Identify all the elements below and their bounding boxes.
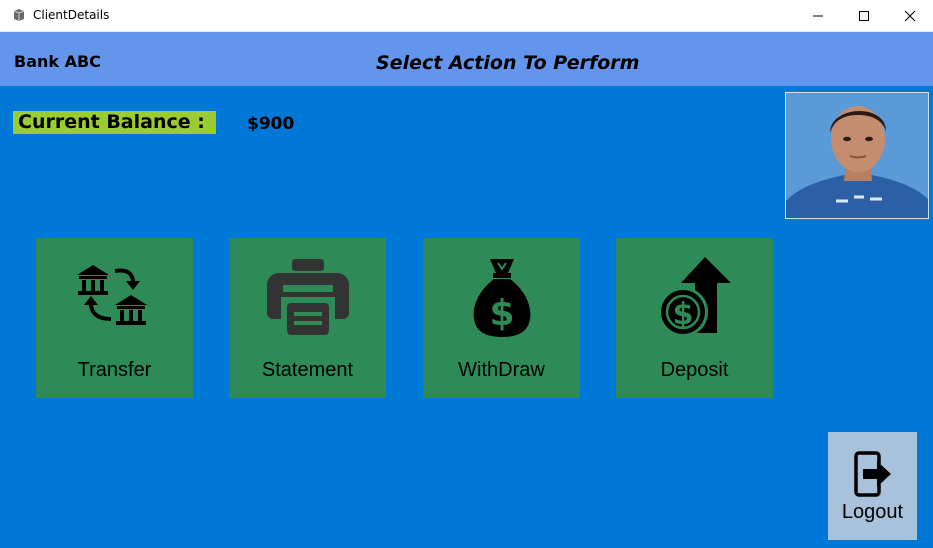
minimize-icon — [813, 15, 823, 16]
deposit-button[interactable]: $ Deposit — [616, 238, 773, 398]
minimize-button[interactable] — [795, 0, 841, 31]
current-balance-label: Current Balance : — [13, 111, 216, 134]
maximize-icon — [859, 10, 869, 21]
withdraw-button[interactable]: $ WithDraw — [423, 238, 580, 398]
close-button[interactable] — [887, 0, 933, 31]
header-bar: Bank ABC Select Action To Perform — [0, 32, 933, 86]
svg-text:$: $ — [672, 297, 693, 332]
title-bar: ClientDetails — [0, 0, 933, 32]
statement-button[interactable]: Statement — [229, 238, 386, 398]
current-balance-value: $900 — [247, 114, 295, 134]
transfer-label: Transfer — [77, 359, 152, 381]
page-title: Select Action To Perform — [376, 52, 640, 74]
bank-transfer-icon — [76, 265, 147, 325]
printer-icon — [266, 259, 349, 335]
maximize-button[interactable] — [841, 0, 887, 31]
client-details-panel: Bank ABC Select Action To Perform Curren… — [0, 32, 933, 548]
app-box-icon — [13, 9, 25, 21]
close-icon — [904, 10, 916, 21]
transfer-button[interactable]: Transfer — [36, 238, 193, 398]
svg-text:$: $ — [489, 293, 514, 334]
money-bag-icon: $ — [473, 259, 530, 337]
logout-label: Logout — [841, 501, 904, 523]
logout-button[interactable]: Logout — [828, 432, 917, 540]
client-photo-image — [786, 93, 928, 218]
withdraw-label: WithDraw — [458, 359, 545, 381]
statement-label: Statement — [261, 359, 354, 381]
bank-name: Bank ABC — [14, 52, 101, 71]
deposit-label: Deposit — [660, 359, 729, 381]
coin-arrow-up-icon: $ — [657, 257, 731, 337]
window-title: ClientDetails — [33, 8, 110, 22]
client-photo — [785, 92, 929, 219]
logout-icon — [853, 451, 891, 497]
